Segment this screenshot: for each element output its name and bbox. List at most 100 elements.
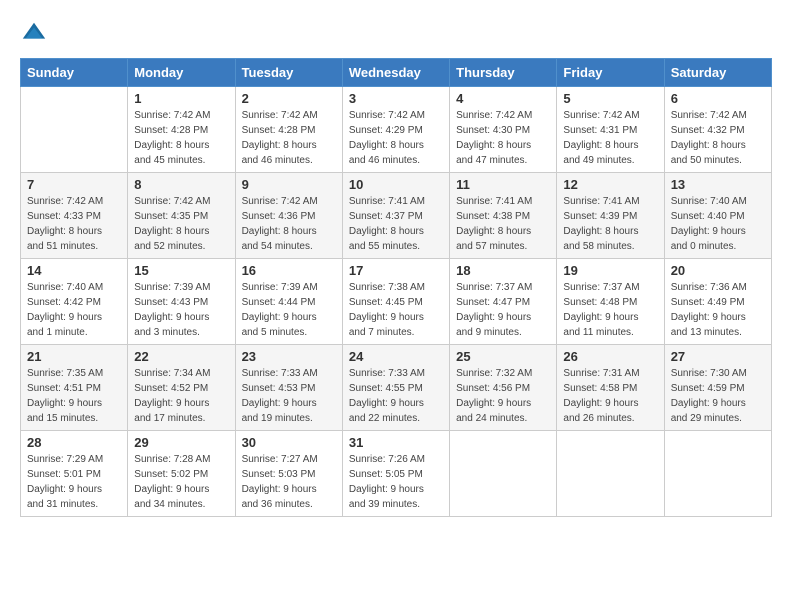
calendar-cell: 11 Sunrise: 7:41 AMSunset: 4:38 PMDayligh… <box>450 173 557 259</box>
weekday-header-monday: Monday <box>128 59 235 87</box>
day-info: Sunrise: 7:42 AMSunset: 4:32 PMDaylight:… <box>671 108 765 168</box>
day-info: Sunrise: 7:27 AMSunset: 5:03 PMDaylight:… <box>242 452 336 512</box>
calendar-cell: 21 Sunrise: 7:35 AMSunset: 4:51 PMDayligh… <box>21 345 128 431</box>
day-info: Sunrise: 7:31 AMSunset: 4:58 PMDaylight:… <box>563 366 657 426</box>
day-number: 2 <box>242 91 336 106</box>
calendar-cell: 10 Sunrise: 7:41 AMSunset: 4:37 PMDayligh… <box>342 173 449 259</box>
day-number: 31 <box>349 435 443 450</box>
day-number: 27 <box>671 349 765 364</box>
calendar-cell: 7 Sunrise: 7:42 AMSunset: 4:33 PMDaylight… <box>21 173 128 259</box>
calendar-cell: 26 Sunrise: 7:31 AMSunset: 4:58 PMDayligh… <box>557 345 664 431</box>
calendar-cell: 31Sunrise: 7:26 AMSunset: 5:05 PMDayligh… <box>342 431 449 517</box>
day-info: Sunrise: 7:41 AMSunset: 4:38 PMDaylight:… <box>456 194 550 254</box>
day-number: 8 <box>134 177 228 192</box>
day-number: 25 <box>456 349 550 364</box>
weekday-header-wednesday: Wednesday <box>342 59 449 87</box>
weekday-header-saturday: Saturday <box>664 59 771 87</box>
day-number: 1 <box>134 91 228 106</box>
calendar-cell: 24 Sunrise: 7:33 AMSunset: 4:55 PMDayligh… <box>342 345 449 431</box>
day-info: Sunrise: 7:41 AMSunset: 4:37 PMDaylight:… <box>349 194 443 254</box>
calendar-cell: 18 Sunrise: 7:37 AMSunset: 4:47 PMDayligh… <box>450 259 557 345</box>
day-number: 21 <box>27 349 121 364</box>
calendar-cell <box>664 431 771 517</box>
weekday-header-tuesday: Tuesday <box>235 59 342 87</box>
day-number: 4 <box>456 91 550 106</box>
calendar-cell: 20 Sunrise: 7:36 AMSunset: 4:49 PMDayligh… <box>664 259 771 345</box>
day-number: 22 <box>134 349 228 364</box>
calendar-cell <box>557 431 664 517</box>
day-number: 17 <box>349 263 443 278</box>
weekday-header-friday: Friday <box>557 59 664 87</box>
day-number: 20 <box>671 263 765 278</box>
calendar-cell: 19Sunrise: 7:37 AMSunset: 4:48 PMDayligh… <box>557 259 664 345</box>
day-info: Sunrise: 7:35 AMSunset: 4:51 PMDaylight:… <box>27 366 121 426</box>
day-number: 29 <box>134 435 228 450</box>
day-info: Sunrise: 7:33 AMSunset: 4:55 PMDaylight:… <box>349 366 443 426</box>
day-number: 13 <box>671 177 765 192</box>
page-header <box>20 20 772 48</box>
calendar-cell: 17 Sunrise: 7:38 AMSunset: 4:45 PMDayligh… <box>342 259 449 345</box>
day-info: Sunrise: 7:42 AMSunset: 4:28 PMDaylight:… <box>134 108 228 168</box>
day-info: Sunrise: 7:42 AMSunset: 4:33 PMDaylight:… <box>27 194 121 254</box>
calendar-cell: 8 Sunrise: 7:42 AMSunset: 4:35 PMDaylight… <box>128 173 235 259</box>
logo-icon <box>20 20 48 48</box>
day-number: 16 <box>242 263 336 278</box>
day-number: 24 <box>349 349 443 364</box>
calendar-cell: 1 Sunrise: 7:42 AMSunset: 4:28 PMDaylight… <box>128 87 235 173</box>
day-info: Sunrise: 7:42 AMSunset: 4:28 PMDaylight:… <box>242 108 336 168</box>
calendar-cell: 23 Sunrise: 7:33 AMSunset: 4:53 PMDayligh… <box>235 345 342 431</box>
day-number: 7 <box>27 177 121 192</box>
calendar-week-row: 14 Sunrise: 7:40 AMSunset: 4:42 PMDayligh… <box>21 259 772 345</box>
calendar-cell: 25Sunrise: 7:32 AMSunset: 4:56 PMDayligh… <box>450 345 557 431</box>
day-number: 18 <box>456 263 550 278</box>
calendar-cell: 5Sunrise: 7:42 AMSunset: 4:31 PMDaylight… <box>557 87 664 173</box>
calendar-cell: 9 Sunrise: 7:42 AMSunset: 4:36 PMDaylight… <box>235 173 342 259</box>
calendar-week-row: 28Sunrise: 7:29 AMSunset: 5:01 PMDayligh… <box>21 431 772 517</box>
day-number: 26 <box>563 349 657 364</box>
calendar-cell: 4 Sunrise: 7:42 AMSunset: 4:30 PMDaylight… <box>450 87 557 173</box>
day-info: Sunrise: 7:33 AMSunset: 4:53 PMDaylight:… <box>242 366 336 426</box>
day-info: Sunrise: 7:30 AMSunset: 4:59 PMDaylight:… <box>671 366 765 426</box>
calendar-cell: 29 Sunrise: 7:28 AMSunset: 5:02 PMDayligh… <box>128 431 235 517</box>
day-number: 10 <box>349 177 443 192</box>
logo <box>20 20 50 48</box>
day-info: Sunrise: 7:40 AMSunset: 4:40 PMDaylight:… <box>671 194 765 254</box>
calendar-cell: 15 Sunrise: 7:39 AMSunset: 4:43 PMDayligh… <box>128 259 235 345</box>
day-number: 14 <box>27 263 121 278</box>
calendar-cell <box>21 87 128 173</box>
day-info: Sunrise: 7:42 AMSunset: 4:30 PMDaylight:… <box>456 108 550 168</box>
day-number: 11 <box>456 177 550 192</box>
day-info: Sunrise: 7:39 AMSunset: 4:44 PMDaylight:… <box>242 280 336 340</box>
day-info: Sunrise: 7:39 AMSunset: 4:43 PMDaylight:… <box>134 280 228 340</box>
day-number: 23 <box>242 349 336 364</box>
calendar-cell: 16 Sunrise: 7:39 AMSunset: 4:44 PMDayligh… <box>235 259 342 345</box>
day-info: Sunrise: 7:41 AMSunset: 4:39 PMDaylight:… <box>563 194 657 254</box>
day-info: Sunrise: 7:28 AMSunset: 5:02 PMDaylight:… <box>134 452 228 512</box>
day-info: Sunrise: 7:42 AMSunset: 4:35 PMDaylight:… <box>134 194 228 254</box>
calendar-cell <box>450 431 557 517</box>
day-number: 15 <box>134 263 228 278</box>
day-info: Sunrise: 7:34 AMSunset: 4:52 PMDaylight:… <box>134 366 228 426</box>
weekday-header-sunday: Sunday <box>21 59 128 87</box>
calendar-week-row: 7 Sunrise: 7:42 AMSunset: 4:33 PMDaylight… <box>21 173 772 259</box>
calendar-week-row: 1 Sunrise: 7:42 AMSunset: 4:28 PMDaylight… <box>21 87 772 173</box>
day-number: 30 <box>242 435 336 450</box>
day-info: Sunrise: 7:38 AMSunset: 4:45 PMDaylight:… <box>349 280 443 340</box>
day-info: Sunrise: 7:42 AMSunset: 4:36 PMDaylight:… <box>242 194 336 254</box>
calendar-cell: 6 Sunrise: 7:42 AMSunset: 4:32 PMDaylight… <box>664 87 771 173</box>
day-number: 6 <box>671 91 765 106</box>
day-info: Sunrise: 7:37 AMSunset: 4:47 PMDaylight:… <box>456 280 550 340</box>
day-info: Sunrise: 7:40 AMSunset: 4:42 PMDaylight:… <box>27 280 121 340</box>
calendar-cell: 30 Sunrise: 7:27 AMSunset: 5:03 PMDayligh… <box>235 431 342 517</box>
day-number: 12 <box>563 177 657 192</box>
calendar-week-row: 21 Sunrise: 7:35 AMSunset: 4:51 PMDayligh… <box>21 345 772 431</box>
day-number: 5 <box>563 91 657 106</box>
calendar-table: SundayMondayTuesdayWednesdayThursdayFrid… <box>20 58 772 517</box>
calendar-cell: 22 Sunrise: 7:34 AMSunset: 4:52 PMDayligh… <box>128 345 235 431</box>
day-number: 28 <box>27 435 121 450</box>
calendar-cell: 14 Sunrise: 7:40 AMSunset: 4:42 PMDayligh… <box>21 259 128 345</box>
day-info: Sunrise: 7:42 AMSunset: 4:29 PMDaylight:… <box>349 108 443 168</box>
day-info: Sunrise: 7:36 AMSunset: 4:49 PMDaylight:… <box>671 280 765 340</box>
day-number: 3 <box>349 91 443 106</box>
day-number: 9 <box>242 177 336 192</box>
